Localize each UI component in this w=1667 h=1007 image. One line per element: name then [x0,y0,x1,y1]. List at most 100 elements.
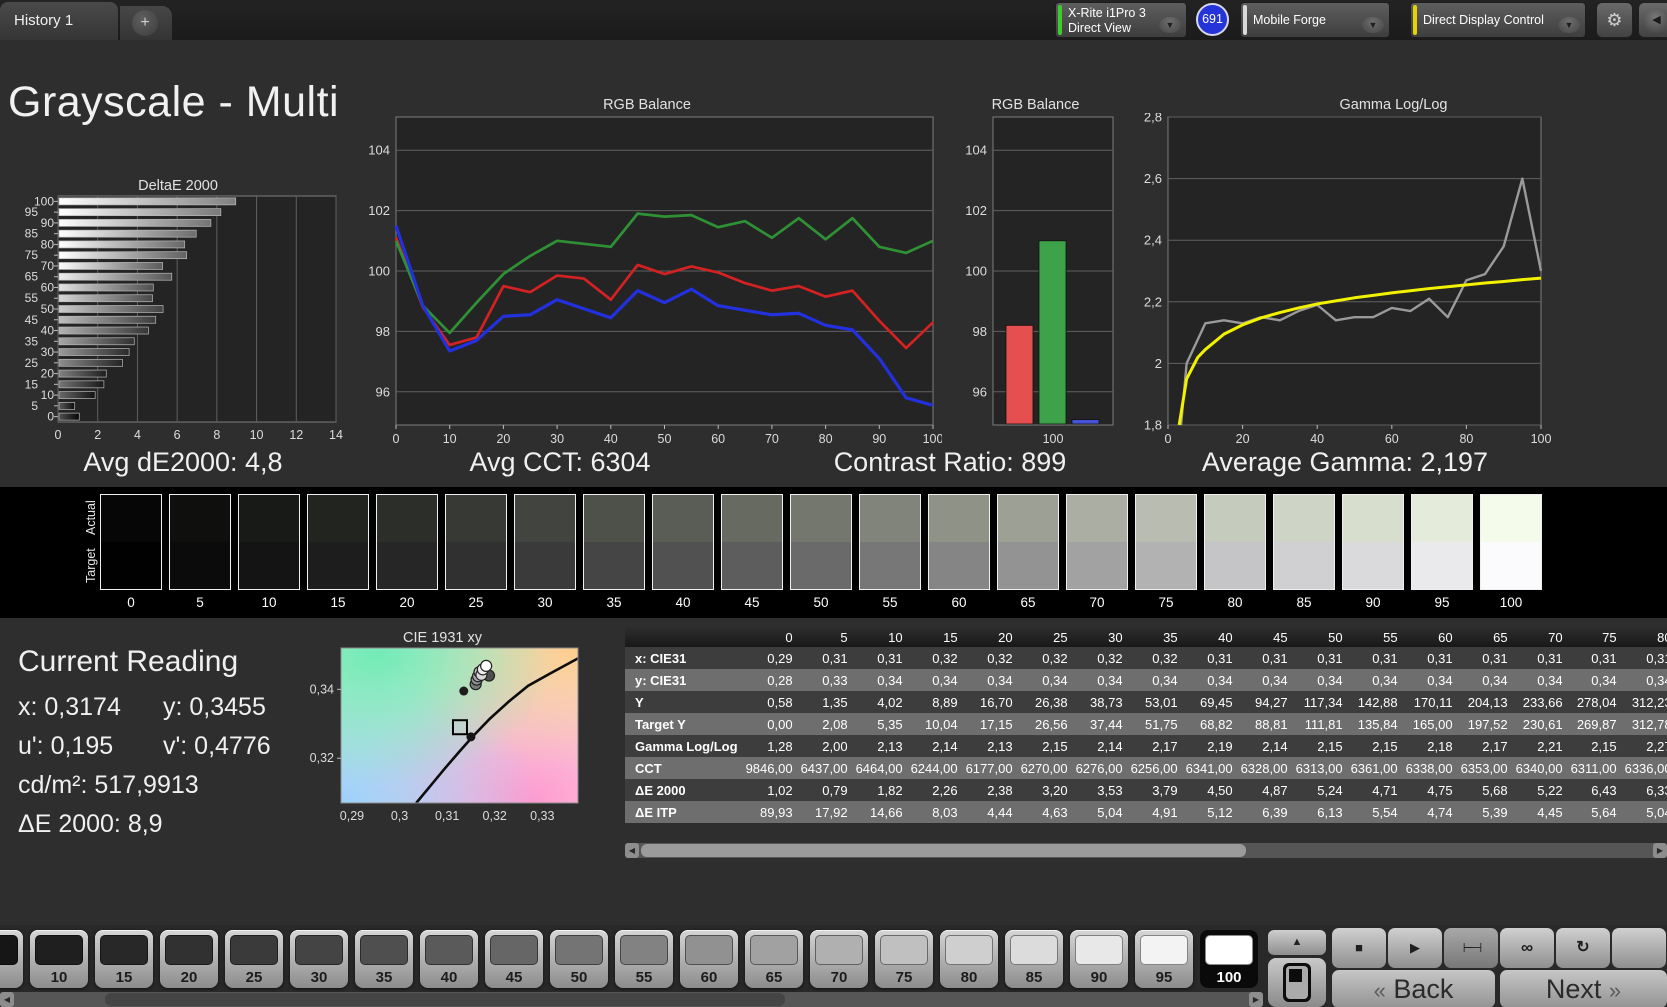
pattern-level-button-100[interactable]: 100 [1200,930,1258,988]
pattern-level-button-35[interactable]: 35 [355,930,413,988]
meter-dropdown[interactable]: X-Rite i1Pro 3 Direct View ▼ [1055,2,1187,38]
target-swatch [170,542,230,589]
collapse-panel-button[interactable]: ◀ [1638,2,1667,38]
level-swatch [35,935,83,965]
table-cell: 4,71 [1350,779,1406,801]
table-cell: 89,93 [745,801,801,823]
level-label: 60 [700,969,718,986]
grayscale-swatch-25 [445,494,507,590]
grayscale-swatch-35 [583,494,645,590]
pattern-scrollbar[interactable]: ◀ ▶ [0,992,1263,1007]
scroll-up-button[interactable]: ▲ [1268,930,1326,955]
table-cell: 1,82 [855,779,911,801]
play-button[interactable]: ▶ [1388,928,1442,968]
pattern-level-button-25[interactable]: 25 [225,930,283,988]
table-cell: 2,08 [800,713,856,735]
table-cell: 0,34 [1075,669,1131,691]
single-measure-button[interactable]: ⊢⊣ [1444,928,1498,968]
scroll-left-icon[interactable]: ◀ [625,843,639,858]
tab-history-1[interactable]: History 1 [0,2,118,40]
svg-text:0,34: 0,34 [310,682,334,696]
actual-swatch [791,495,851,542]
pattern-level-button-80[interactable]: 80 [940,930,998,988]
table-cell: 2,15 [1570,735,1625,757]
pattern-level-button-30[interactable]: 30 [290,930,348,988]
table-cell: 0,31 [1240,647,1296,669]
table-scrollbar-thumb[interactable] [641,844,1246,857]
scroll-right-icon[interactable]: ▶ [1653,843,1667,858]
stop-button[interactable]: ■ [1332,928,1386,968]
meter-status-bar [1058,5,1062,35]
table-cell: 2,13 [965,735,1021,757]
svg-text:0: 0 [1165,432,1172,443]
pattern-level-button-40[interactable]: 40 [420,930,478,988]
refresh-button[interactable]: ↻ [1556,928,1610,968]
add-tab-button[interactable]: + [120,6,172,40]
svg-text:35: 35 [25,334,39,348]
table-cell: 0,34 [1130,669,1186,691]
svg-text:20: 20 [41,367,55,381]
table-cell: 4,63 [1020,801,1076,823]
table-cell: 6336,00 [1624,757,1667,779]
workflow-dropdown[interactable]: Direct Display Control ▼ [1410,2,1586,38]
table-column-header: 70 [1515,627,1571,647]
measurement-count-badge: 691 [1196,3,1229,36]
back-button[interactable]: « Back [1332,970,1495,1007]
pattern-level-button-85[interactable]: 85 [1005,930,1063,988]
pattern-level-button-15[interactable]: 15 [95,930,153,988]
pattern-level-button-65[interactable]: 65 [745,930,803,988]
level-swatch [165,935,213,965]
table-cell: 312,23 [1624,691,1667,713]
pattern-level-button-55[interactable]: 55 [615,930,673,988]
table-cell: 0,34 [1295,669,1351,691]
table-cell: 5,04 [1075,801,1131,823]
table-cell: 170,11 [1405,691,1461,713]
actual-swatch [653,495,713,542]
level-label: 80 [960,969,978,986]
svg-text:15: 15 [25,377,39,391]
chevron-down-icon: ▼ [1362,17,1384,33]
pattern-level-button-60[interactable]: 60 [680,930,738,988]
svg-text:10: 10 [41,388,55,402]
level-swatch [1075,935,1123,965]
table-cell: 6313,00 [1295,757,1351,779]
grayscale-swatch-90 [1342,494,1404,590]
swatch-level-label: 5 [196,595,204,610]
svg-text:104: 104 [965,143,987,158]
next-button[interactable]: Next » [1500,970,1667,1007]
table-cell: 0,32 [965,647,1021,669]
pattern-level-button-5[interactable]: 5 [0,930,23,988]
pattern-level-button-70[interactable]: 70 [810,930,868,988]
table-cell: 0,00 [745,713,801,735]
source-dropdown[interactable]: Mobile Forge ▼ [1240,2,1390,38]
pattern-scrollbar-thumb[interactable] [105,993,785,1006]
pattern-level-button-10[interactable]: 10 [30,930,88,988]
grayscale-swatch-strip: Actual Target 0 5 10 15 20 25 30 35 40 45 50 55 60 65… [0,487,1667,618]
table-cell: 6,33 [1624,779,1667,801]
table-cell: 0,34 [1240,669,1296,691]
swatch-level-label: 75 [1158,595,1174,610]
actual-swatch [1136,495,1196,542]
pattern-level-button-45[interactable]: 45 [485,930,543,988]
table-cell: 4,45 [1515,801,1571,823]
scroll-right-icon[interactable]: ▶ [1249,992,1263,1007]
pattern-level-button-95[interactable]: 95 [1135,930,1193,988]
pattern-window-button[interactable] [1268,958,1326,1007]
rgb-line-chart-title: RGB Balance [603,97,691,113]
level-label: 50 [570,969,588,986]
settings-button[interactable]: ⚙ [1596,2,1633,38]
table-scrollbar[interactable]: ◀ ▶ [625,843,1667,858]
table-cell: 10,04 [910,713,966,735]
continuous-measure-button[interactable]: ∞ [1500,928,1554,968]
pattern-level-button-50[interactable]: 50 [550,930,608,988]
table-cell: 6,43 [1570,779,1625,801]
scroll-left-icon[interactable]: ◀ [0,992,14,1007]
table-cell: 6464,00 [855,757,911,779]
blank-button[interactable] [1612,928,1666,968]
table-column-header: 40 [1185,627,1241,647]
pattern-level-button-75[interactable]: 75 [875,930,933,988]
pattern-level-button-90[interactable]: 90 [1070,930,1128,988]
svg-text:80: 80 [41,237,55,251]
pattern-level-button-20[interactable]: 20 [160,930,218,988]
swatch-level-label: 25 [468,595,484,610]
